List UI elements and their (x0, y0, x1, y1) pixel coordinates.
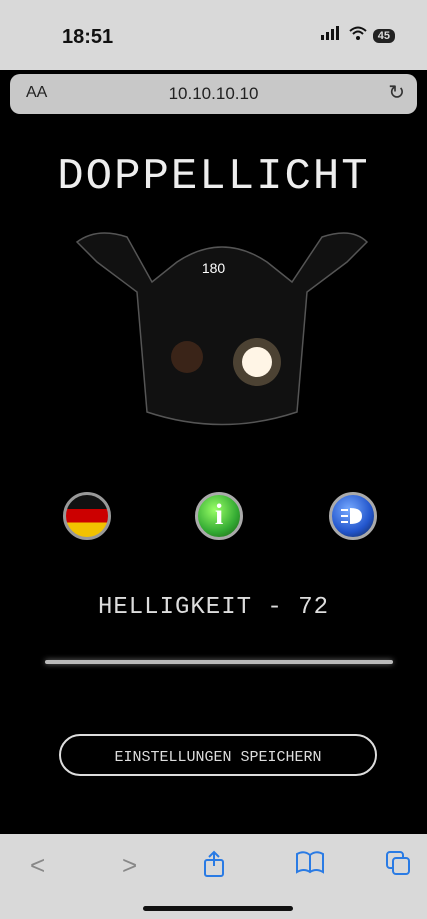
page-title: DOPPELLICHT (57, 152, 370, 202)
address-bar[interactable]: AA 10.10.10.10 ↻ (10, 74, 417, 114)
status-icons: 45 (320, 26, 395, 45)
forward-button[interactable]: > (122, 850, 137, 881)
german-flag-icon[interactable] (63, 492, 111, 540)
share-icon[interactable] (202, 850, 226, 885)
brightness-label: HELLIGKEIT - 72 (97, 594, 330, 621)
brightness-slider[interactable] (45, 660, 393, 664)
back-button[interactable]: < (30, 850, 45, 881)
headlight-icon[interactable] (329, 492, 377, 540)
info-icon[interactable]: i (195, 492, 243, 540)
bookmarks-icon[interactable] (295, 850, 325, 881)
save-settings-button[interactable]: EINSTELLUNGEN SPEICHERN (59, 734, 377, 776)
status-bar: 18:51 45 (0, 0, 427, 70)
motorcycle-image (75, 232, 369, 426)
tabs-icon[interactable] (385, 850, 411, 883)
reload-icon[interactable]: ↻ (388, 80, 405, 105)
status-time: 18:51 (62, 26, 114, 48)
battery-icon: 45 (372, 28, 395, 43)
wifi-icon (349, 26, 367, 45)
home-indicator (143, 906, 293, 911)
url-text[interactable]: 10.10.10.10 (10, 84, 417, 104)
browser-toolbar: < > (0, 834, 427, 919)
speed-label: 180 (201, 260, 226, 276)
page-content: DOPPELLICHT 180 i HELLIGKEIT - 72 EINSTE… (7, 122, 420, 834)
signal-icon (320, 26, 343, 45)
